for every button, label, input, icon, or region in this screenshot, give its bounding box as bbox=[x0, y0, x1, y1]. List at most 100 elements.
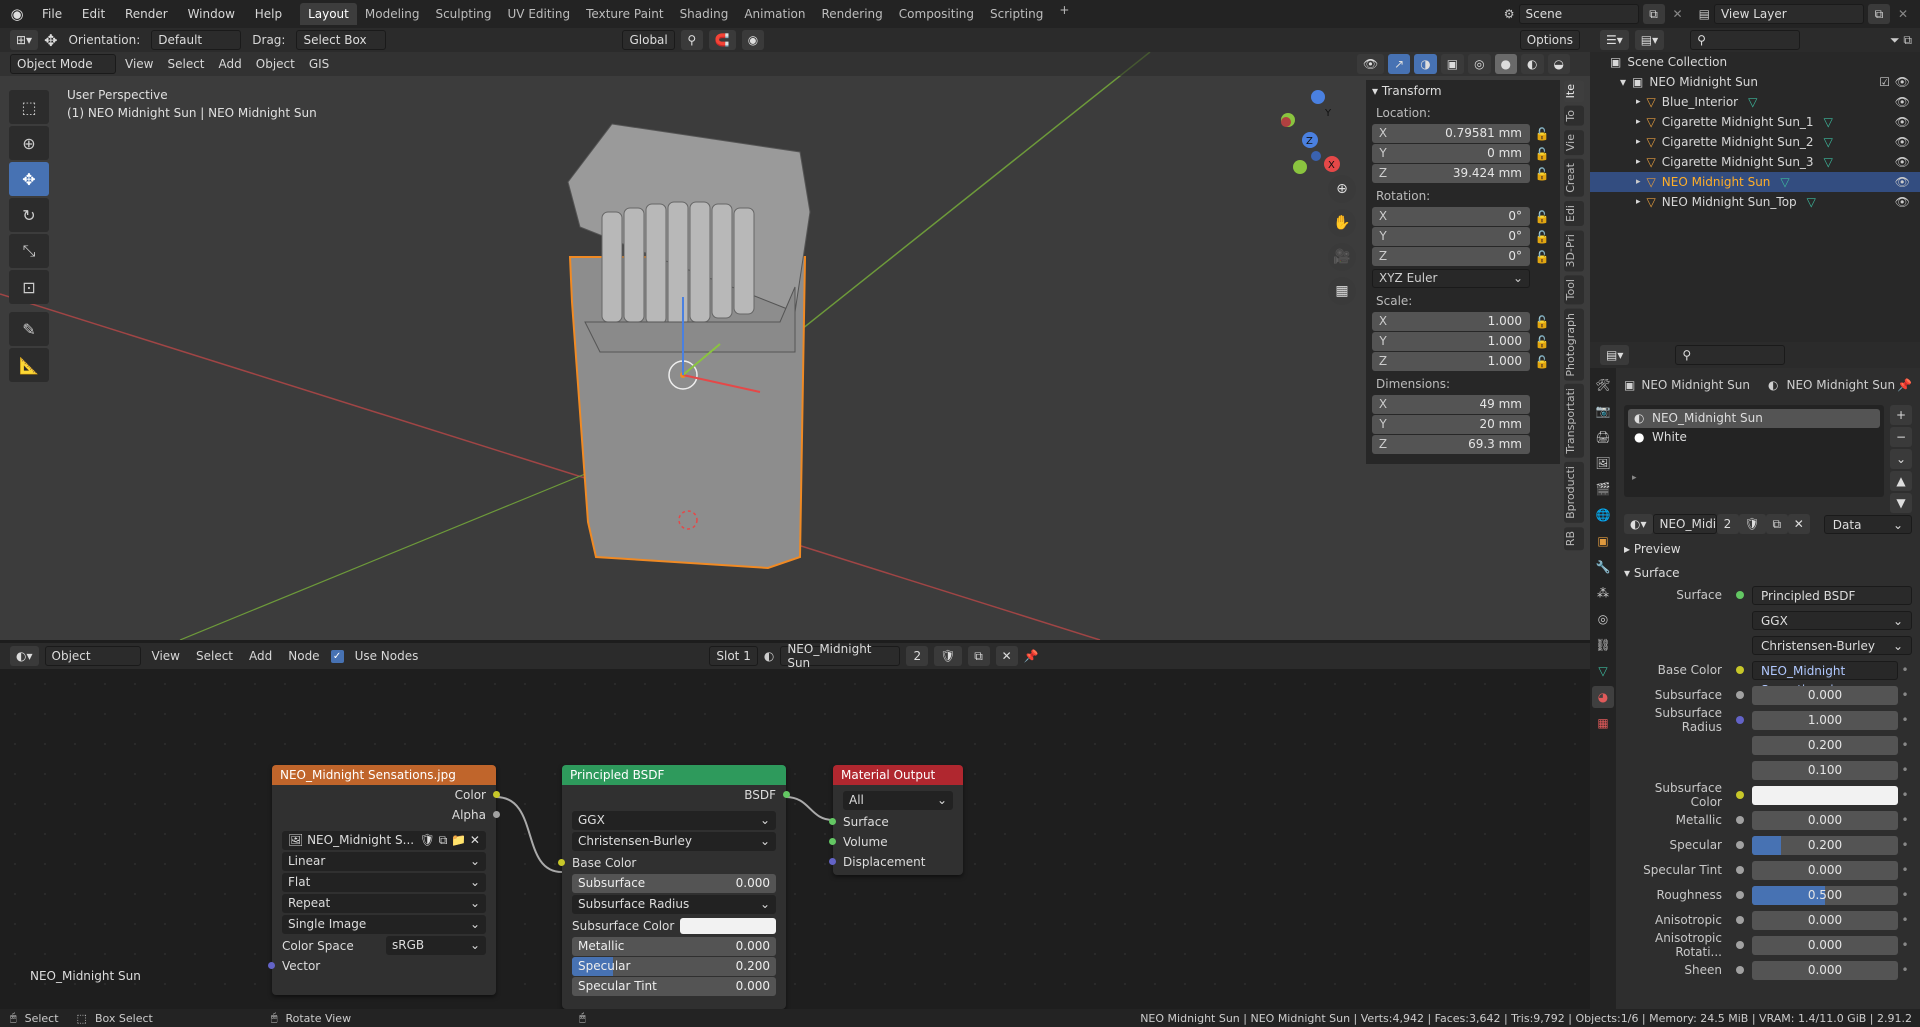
menu-help[interactable]: Help bbox=[247, 7, 290, 21]
dimensions-x-row[interactable]: X 49 mm bbox=[1372, 395, 1530, 414]
lock-icon[interactable]: 🔓 bbox=[1530, 315, 1554, 329]
duplicate-material-icon[interactable]: ⧉ bbox=[1765, 514, 1788, 534]
socket-dot[interactable] bbox=[829, 818, 836, 825]
menu-select[interactable]: Select bbox=[191, 649, 238, 663]
tab-layout[interactable]: Layout bbox=[300, 3, 357, 25]
wireframe-shading-icon[interactable]: ◎ bbox=[1468, 54, 1491, 74]
keyframe-dot-icon[interactable]: • bbox=[1898, 938, 1912, 952]
menu-add[interactable]: Add bbox=[244, 649, 277, 663]
properties-search-input[interactable]: ⚲ bbox=[1675, 345, 1786, 365]
outliner-item[interactable]: ▸ ▽ Cigarette Midnight Sun_1 ▽ 👁 bbox=[1590, 112, 1920, 132]
pan-hand-icon[interactable]: ✋ bbox=[1328, 209, 1356, 237]
tab-rendering[interactable]: Rendering bbox=[814, 3, 891, 25]
pin-icon[interactable]: 📌 bbox=[1024, 649, 1039, 663]
socket-dot[interactable] bbox=[829, 858, 836, 865]
value-slider[interactable]: 0.000 bbox=[1752, 860, 1898, 880]
tool-tab-icon[interactable]: 🛠 bbox=[1592, 374, 1614, 396]
use-nodes-checkbox[interactable]: ✓ bbox=[330, 649, 344, 663]
npanel-tab-view[interactable]: Vie bbox=[1564, 129, 1584, 156]
tab-shading[interactable]: Shading bbox=[672, 3, 737, 25]
node-title[interactable]: Principled BSDF bbox=[562, 765, 786, 785]
unlink-material-icon[interactable]: ✕ bbox=[1787, 514, 1810, 534]
proportional-edit-icon[interactable]: ◉ bbox=[741, 30, 765, 50]
fake-user-icon[interactable]: 🛡 bbox=[1738, 514, 1766, 534]
linked-texture-field[interactable]: NEO_Midnight Sensations.j... bbox=[1752, 660, 1898, 697]
world-tab-icon[interactable]: 🌐 bbox=[1592, 504, 1614, 526]
outliner-item[interactable]: ▸ ▽ Blue_Interior ▽ 👁 bbox=[1590, 92, 1920, 112]
material-users-count[interactable]: 2 bbox=[1716, 514, 1739, 534]
outliner-item-selected[interactable]: ▸ ▽ NEO Midnight Sun ▽ 👁 bbox=[1590, 172, 1920, 192]
interpolation-dropdown[interactable]: Linear ⌄ bbox=[282, 852, 486, 871]
options-dropdown[interactable]: Options bbox=[1519, 30, 1580, 50]
dimensions-z-field[interactable]: 69.3 mm bbox=[1394, 435, 1530, 454]
specular-tint-slider[interactable]: Specular Tint 0.000 bbox=[572, 977, 776, 996]
cursor-icon[interactable]: ⊕ bbox=[9, 126, 49, 160]
socket-dot[interactable] bbox=[1736, 666, 1744, 674]
slot-menu-icon[interactable]: ⌄ bbox=[1889, 449, 1912, 469]
rotate-icon[interactable]: ↻ bbox=[9, 198, 49, 232]
npanel-tab-create[interactable]: Creat bbox=[1564, 159, 1584, 197]
tab-uv-editing[interactable]: UV Editing bbox=[500, 3, 579, 25]
value-slider[interactable]: 0.500 bbox=[1752, 885, 1898, 905]
material-tab-icon[interactable]: ◕ bbox=[1592, 686, 1614, 708]
add-slot-icon[interactable]: + bbox=[1889, 405, 1912, 425]
outliner-collection[interactable]: ▾ ▣ NEO Midnight Sun ☑ 👁 bbox=[1590, 72, 1920, 92]
expand-icon[interactable]: ▸ bbox=[1636, 92, 1641, 112]
socket-dot[interactable] bbox=[1736, 916, 1744, 924]
distribution-dropdown[interactable]: GGX ⌄ bbox=[572, 811, 776, 830]
tab-modeling[interactable]: Modeling bbox=[357, 3, 428, 25]
color-swatch[interactable] bbox=[1752, 785, 1898, 805]
modifier-tab-icon[interactable]: 🔧 bbox=[1592, 556, 1614, 578]
menu-gis[interactable]: GIS bbox=[304, 57, 334, 71]
value-slider[interactable]: 0.000 bbox=[1752, 810, 1898, 830]
value-slider[interactable]: 0.100 bbox=[1752, 760, 1898, 780]
keyframe-dot-icon[interactable]: • bbox=[1898, 713, 1912, 727]
display-mode-icon[interactable]: ▤▾ bbox=[1634, 30, 1665, 50]
data-tab-icon[interactable]: ▽ bbox=[1592, 660, 1614, 682]
editor-type-icon[interactable]: ▤▾ bbox=[1600, 345, 1630, 365]
lock-icon[interactable]: 🔓 bbox=[1530, 147, 1554, 161]
transform-tool-icon[interactable]: ✥ bbox=[44, 31, 57, 50]
socket-dot[interactable] bbox=[783, 791, 790, 798]
grid-icon[interactable]: ▦ bbox=[1328, 277, 1356, 305]
npanel-tab-3d-print[interactable]: 3D-Pri bbox=[1564, 229, 1584, 272]
outliner-item[interactable]: ▸ ▽ Cigarette Midnight Sun_2 ▽ 👁 bbox=[1590, 132, 1920, 152]
menu-window[interactable]: Window bbox=[180, 7, 243, 21]
socket-dot[interactable] bbox=[558, 859, 565, 866]
expand-icon[interactable]: ▸ bbox=[1636, 132, 1641, 152]
drag-dropdown[interactable]: Select Box bbox=[296, 30, 387, 50]
rotation-x-field[interactable]: 0° bbox=[1394, 207, 1530, 226]
subsurface-slider[interactable]: Subsurface 0.000 bbox=[572, 874, 776, 893]
socket-dot[interactable] bbox=[829, 838, 836, 845]
menu-file[interactable]: File bbox=[34, 7, 70, 21]
unlink-material-icon[interactable]: ✕ bbox=[995, 646, 1018, 666]
editor-type-icon[interactable]: ☰▾ bbox=[1600, 30, 1629, 50]
keyframe-dot-icon[interactable]: • bbox=[1898, 663, 1912, 677]
lock-icon[interactable]: 🔓 bbox=[1530, 230, 1554, 244]
value-slider[interactable]: 0.000 bbox=[1752, 910, 1898, 930]
editor-type-icon[interactable]: ⊞▾ bbox=[10, 30, 39, 50]
view-layer-copy-icon[interactable]: ⧉ bbox=[1867, 4, 1890, 24]
expand-icon[interactable]: ▸ bbox=[1636, 192, 1641, 212]
value-slider[interactable]: 0.200 bbox=[1752, 735, 1898, 755]
orientation-dropdown[interactable]: Default bbox=[151, 30, 242, 50]
outliner-item[interactable]: ▸ ▽ NEO Midnight Sun_Top ▽ 👁 bbox=[1590, 192, 1920, 212]
rendered-shading-icon[interactable]: ◒ bbox=[1547, 54, 1570, 74]
view-layer-field[interactable]: View Layer bbox=[1713, 4, 1864, 24]
overlay-toggle-icon[interactable]: ◑ bbox=[1414, 54, 1437, 74]
rotation-x-row[interactable]: X 0° 🔓 bbox=[1372, 207, 1554, 226]
scale-z-row[interactable]: Z 1.000 🔓 bbox=[1372, 352, 1554, 371]
constraints-tab-icon[interactable]: ⛓ bbox=[1592, 634, 1614, 656]
transform-icon[interactable]: ⊡ bbox=[9, 270, 49, 304]
distribution-dropdown[interactable]: GGX ⌄ bbox=[1752, 610, 1912, 630]
scene-close-icon[interactable]: ✕ bbox=[1669, 7, 1687, 21]
socket-dot[interactable] bbox=[268, 962, 275, 969]
texture-tab-icon[interactable]: ▦ bbox=[1592, 712, 1614, 734]
dimensions-x-field[interactable]: 49 mm bbox=[1394, 395, 1530, 414]
eye-icon[interactable]: 👁 bbox=[1895, 92, 1910, 112]
subsurface-color-swatch[interactable] bbox=[680, 918, 776, 934]
particles-tab-icon[interactable]: ⁂ bbox=[1592, 582, 1614, 604]
lock-icon[interactable]: 🔓 bbox=[1530, 335, 1554, 349]
tab-animation[interactable]: Animation bbox=[736, 3, 813, 25]
keyframe-dot-icon[interactable]: • bbox=[1898, 688, 1912, 702]
